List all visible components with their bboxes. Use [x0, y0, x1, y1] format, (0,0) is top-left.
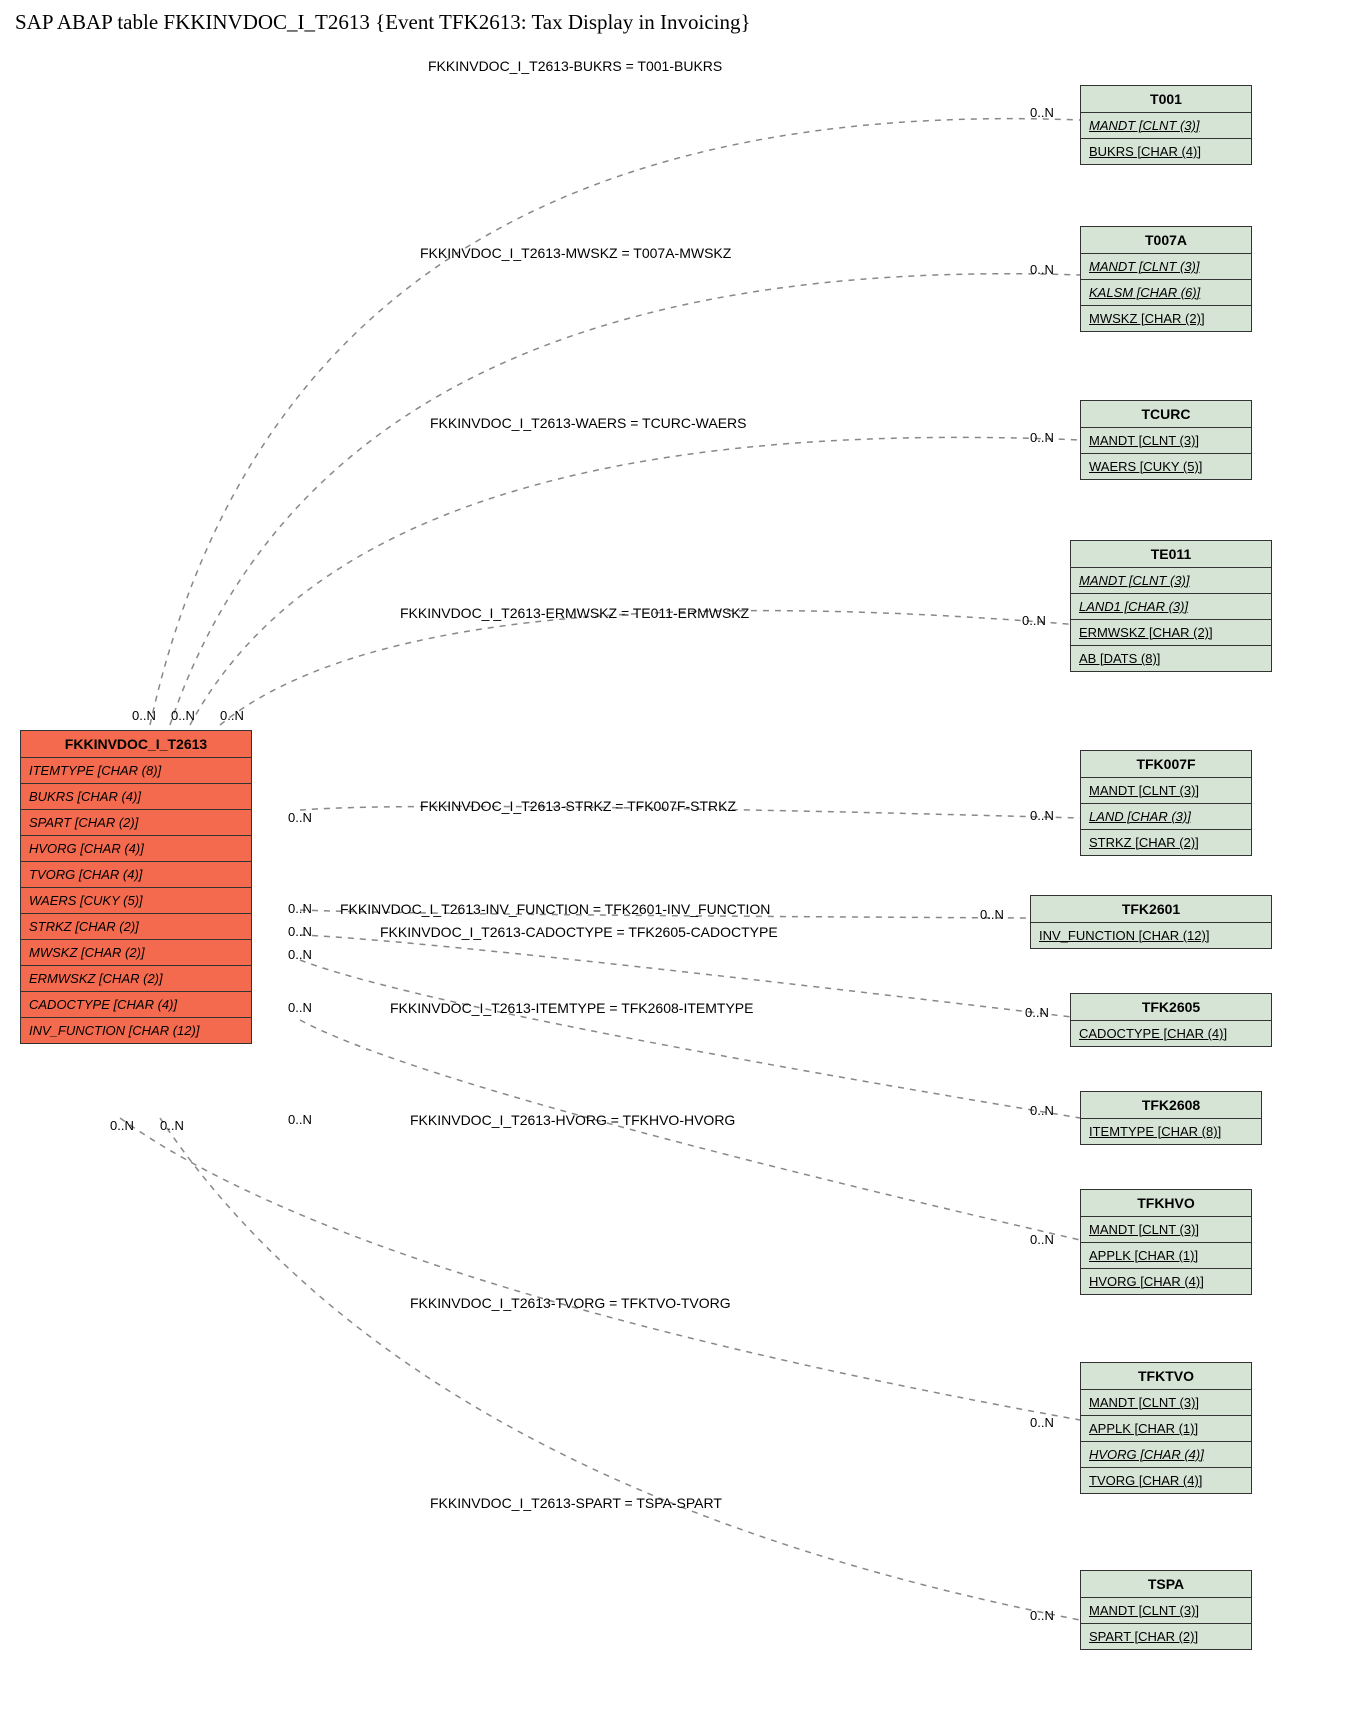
entity-header: TE011	[1071, 541, 1271, 568]
cardinality: 0..N	[160, 1118, 184, 1133]
cardinality: 0..N	[288, 810, 312, 825]
field: MANDT [CLNT (3)]	[1081, 1217, 1251, 1243]
relation-label: FKKINVDOC_I_T2613-HVORG = TFKHVO-HVORG	[410, 1112, 735, 1128]
page-title: SAP ABAP table FKKINVDOC_I_T2613 {Event …	[10, 10, 1349, 35]
cardinality: 0..N	[288, 947, 312, 962]
relation-label: FKKINVDOC_I_T2613-TVORG = TFKTVO-TVORG	[410, 1295, 731, 1311]
entity-header: TFKHVO	[1081, 1190, 1251, 1217]
entity-header: TFK007F	[1081, 751, 1251, 778]
field: LAND [CHAR (3)]	[1081, 804, 1251, 830]
relation-label: FKKINVDOC_I_T2613-ITEMTYPE = TFK2608-ITE…	[390, 1000, 753, 1016]
entity-te011: TE011 MANDT [CLNT (3)] LAND1 [CHAR (3)] …	[1070, 540, 1272, 672]
field: MANDT [CLNT (3)]	[1081, 428, 1251, 454]
field: ITEMTYPE [CHAR (8)]	[21, 758, 251, 784]
relation-label: FKKINVDOC_I_T2613-BUKRS = T001-BUKRS	[428, 58, 722, 74]
cardinality: 0..N	[288, 1112, 312, 1127]
entity-header: TSPA	[1081, 1571, 1251, 1598]
cardinality: 0..N	[1030, 430, 1054, 445]
field: STRKZ [CHAR (2)]	[1081, 830, 1251, 855]
field: MANDT [CLNT (3)]	[1081, 1598, 1251, 1624]
relation-label: FKKINVDOC_I_T2613-ERMWSKZ = TE011-ERMWSK…	[400, 605, 749, 621]
cardinality: 0..N	[171, 708, 195, 723]
cardinality: 0..N	[1030, 262, 1054, 277]
relation-label: FKKINVDOC_I_T2613-STRKZ = TFK007F-STRKZ	[420, 798, 736, 814]
field: KALSM [CHAR (6)]	[1081, 280, 1251, 306]
entity-tfk2605: TFK2605 CADOCTYPE [CHAR (4)]	[1070, 993, 1272, 1047]
cardinality: 0..N	[1030, 1232, 1054, 1247]
cardinality: 0..N	[288, 924, 312, 939]
field: ERMWSKZ [CHAR (2)]	[1071, 620, 1271, 646]
entity-tfktvo: TFKTVO MANDT [CLNT (3)] APPLK [CHAR (1)]…	[1080, 1362, 1252, 1494]
field: LAND1 [CHAR (3)]	[1071, 594, 1271, 620]
field: SPART [CHAR (2)]	[1081, 1624, 1251, 1649]
field: HVORG [CHAR (4)]	[1081, 1269, 1251, 1294]
cardinality: 0..N	[288, 1000, 312, 1015]
field: MANDT [CLNT (3)]	[1081, 1390, 1251, 1416]
field: ITEMTYPE [CHAR (8)]	[1081, 1119, 1261, 1144]
entity-tspa: TSPA MANDT [CLNT (3)] SPART [CHAR (2)]	[1080, 1570, 1252, 1650]
field: MANDT [CLNT (3)]	[1081, 778, 1251, 804]
entity-header: TFK2605	[1071, 994, 1271, 1021]
entity-header: TFK2608	[1081, 1092, 1261, 1119]
entity-header: TCURC	[1081, 401, 1251, 428]
field: AB [DATS (8)]	[1071, 646, 1271, 671]
field: HVORG [CHAR (4)]	[21, 836, 251, 862]
entity-tfk2601: TFK2601 INV_FUNCTION [CHAR (12)]	[1030, 895, 1272, 949]
field: BUKRS [CHAR (4)]	[1081, 139, 1251, 164]
field: SPART [CHAR (2)]	[21, 810, 251, 836]
entity-main: FKKINVDOC_I_T2613 ITEMTYPE [CHAR (8)] BU…	[20, 730, 252, 1044]
relation-label: FKKINVDOC_I_T2613-MWSKZ = T007A-MWSKZ	[420, 245, 731, 261]
cardinality: 0..N	[1030, 105, 1054, 120]
entity-t007a: T007A MANDT [CLNT (3)] KALSM [CHAR (6)] …	[1080, 226, 1252, 332]
entity-tfk007f: TFK007F MANDT [CLNT (3)] LAND [CHAR (3)]…	[1080, 750, 1252, 856]
cardinality: 0..N	[1022, 613, 1046, 628]
field: WAERS [CUKY (5)]	[21, 888, 251, 914]
entity-t001: T001 MANDT [CLNT (3)] BUKRS [CHAR (4)]	[1080, 85, 1252, 165]
entity-header: T007A	[1081, 227, 1251, 254]
entity-header: TFK2601	[1031, 896, 1271, 923]
relation-label: FKKINVDOC_I_T2613-INV_FUNCTION = TFK2601…	[340, 901, 770, 917]
cardinality: 0..N	[1030, 1103, 1054, 1118]
relation-label: FKKINVDOC_I_T2613-CADOCTYPE = TFK2605-CA…	[380, 924, 778, 940]
field: APPLK [CHAR (1)]	[1081, 1243, 1251, 1269]
field: MWSKZ [CHAR (2)]	[21, 940, 251, 966]
field: WAERS [CUKY (5)]	[1081, 454, 1251, 479]
entity-header: TFKTVO	[1081, 1363, 1251, 1390]
cardinality: 0..N	[1030, 808, 1054, 823]
field: MANDT [CLNT (3)]	[1081, 113, 1251, 139]
cardinality: 0..N	[220, 708, 244, 723]
entity-tcurc: TCURC MANDT [CLNT (3)] WAERS [CUKY (5)]	[1080, 400, 1252, 480]
cardinality: 0..N	[110, 1118, 134, 1133]
entity-tfkhvo: TFKHVO MANDT [CLNT (3)] APPLK [CHAR (1)]…	[1080, 1189, 1252, 1295]
field: CADOCTYPE [CHAR (4)]	[21, 992, 251, 1018]
cardinality: 0..N	[980, 907, 1004, 922]
cardinality: 0..N	[1025, 1005, 1049, 1020]
field: HVORG [CHAR (4)]	[1081, 1442, 1251, 1468]
field: ERMWSKZ [CHAR (2)]	[21, 966, 251, 992]
field: MANDT [CLNT (3)]	[1081, 254, 1251, 280]
field: MWSKZ [CHAR (2)]	[1081, 306, 1251, 331]
field: APPLK [CHAR (1)]	[1081, 1416, 1251, 1442]
field: BUKRS [CHAR (4)]	[21, 784, 251, 810]
field: MANDT [CLNT (3)]	[1071, 568, 1271, 594]
field: CADOCTYPE [CHAR (4)]	[1071, 1021, 1271, 1046]
field: INV_FUNCTION [CHAR (12)]	[1031, 923, 1271, 948]
field: INV_FUNCTION [CHAR (12)]	[21, 1018, 251, 1043]
relation-label: FKKINVDOC_I_T2613-WAERS = TCURC-WAERS	[430, 415, 747, 431]
er-diagram: FKKINVDOC_I_T2613 ITEMTYPE [CHAR (8)] BU…	[10, 40, 1339, 1700]
field: TVORG [CHAR (4)]	[1081, 1468, 1251, 1493]
entity-tfk2608: TFK2608 ITEMTYPE [CHAR (8)]	[1080, 1091, 1262, 1145]
relation-label: FKKINVDOC_I_T2613-SPART = TSPA-SPART	[430, 1495, 722, 1511]
entity-main-header: FKKINVDOC_I_T2613	[21, 731, 251, 758]
field: STRKZ [CHAR (2)]	[21, 914, 251, 940]
cardinality: 0..N	[288, 901, 312, 916]
field: TVORG [CHAR (4)]	[21, 862, 251, 888]
cardinality: 0..N	[1030, 1415, 1054, 1430]
entity-header: T001	[1081, 86, 1251, 113]
cardinality: 0..N	[132, 708, 156, 723]
cardinality: 0..N	[1030, 1608, 1054, 1623]
